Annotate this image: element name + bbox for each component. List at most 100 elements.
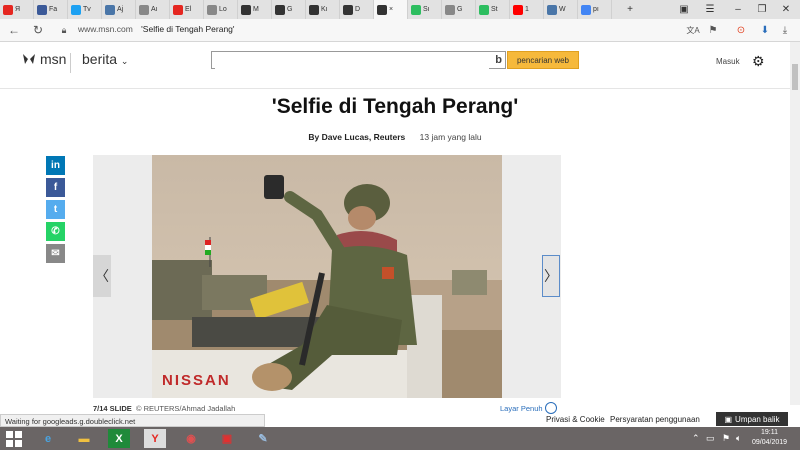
browser-tab[interactable]: pı (578, 0, 612, 19)
web-search-button[interactable]: pencarian web (507, 51, 579, 69)
browser-tab[interactable]: Aı (136, 0, 170, 19)
msn-icon (377, 4, 387, 15)
page-icon (207, 4, 217, 15)
minimize-button[interactable]: – (730, 2, 746, 16)
url-field[interactable]: www.msn.com 'Selfie di Tengah Perang' (78, 24, 235, 34)
close-window-button[interactable]: ✕ (778, 2, 794, 16)
signin-link[interactable]: Masuk (716, 57, 740, 66)
section-label: berita (82, 51, 118, 67)
search-input[interactable] (215, 53, 489, 69)
app-icon[interactable]: ▣ (216, 429, 238, 448)
browser-tab[interactable]: Sı (408, 0, 442, 19)
browser-tab[interactable]: M (238, 0, 272, 19)
slide-photo[interactable]: NISSAN (152, 155, 502, 398)
facebook-icon: f (53, 182, 58, 193)
url-page-title: 'Selfie di Tengah Perang' (141, 24, 235, 34)
excel-icon[interactable]: X (108, 429, 130, 448)
browser-tab[interactable]: Aj (102, 0, 136, 19)
page-icon (139, 4, 149, 15)
google-icon (581, 4, 591, 15)
browser-tab[interactable]: Я (0, 0, 34, 19)
clock-date: 09/04/2019 (752, 439, 788, 446)
browser-tab[interactable]: El (170, 0, 204, 19)
article-byline: By Dave Lucas, Reuters 13 jam yang lalu (0, 132, 790, 142)
tab-label: W (559, 6, 566, 13)
url-domain: www.msn.com (78, 24, 133, 34)
maximize-button[interactable]: ❐ (754, 2, 770, 16)
share-whatsapp-button[interactable]: ✆ (46, 222, 65, 241)
share-linkedin-button[interactable]: in (46, 156, 65, 175)
downloads-ext-icon[interactable]: ⬇ (758, 23, 772, 37)
browser-tab[interactable]: × (374, 0, 408, 19)
tab-label: St (491, 6, 498, 13)
internet-explorer-icon[interactable]: e (37, 429, 59, 448)
msn-logo-text: msn (40, 51, 67, 67)
privacy-link[interactable]: Privasi & Cookie (546, 415, 605, 424)
share-facebook-button[interactable]: f (46, 178, 65, 197)
yandex-browser-icon[interactable]: Y (144, 429, 166, 448)
share-twitter-button[interactable]: t (46, 200, 65, 219)
browser-tab[interactable]: D (340, 0, 374, 19)
browser-tab[interactable]: 1 (510, 0, 544, 19)
browser-tab[interactable]: St (476, 0, 510, 19)
next-slide-button[interactable]: 〉 (542, 255, 560, 297)
system-clock[interactable]: 19:11 09/04/2019 (752, 428, 787, 448)
back-button[interactable]: ← (6, 22, 22, 38)
whatsapp-icon: ✆ (51, 226, 60, 237)
previous-slide-button[interactable]: 〈 (93, 255, 111, 297)
msn-icon (309, 4, 319, 15)
settings-app-icon[interactable]: ✎ (252, 429, 274, 448)
flag-icon[interactable]: ⚑ (722, 433, 730, 444)
windows-start-icon[interactable] (6, 431, 22, 447)
fullscreen-icon[interactable] (545, 402, 557, 414)
chevron-down-icon: ⌄ (120, 56, 129, 66)
volume-icon[interactable]: 🔈︎ (736, 433, 741, 444)
section-menu[interactable]: berita ⌄ (82, 51, 128, 67)
bing-icon: b (495, 54, 502, 66)
adblock-icon[interactable]: ⊙ (734, 23, 748, 37)
bookmark-icon[interactable]: ⚑ (706, 23, 720, 37)
page-scrollbar[interactable] (790, 42, 800, 405)
fullscreen-link[interactable]: Layar Penuh (500, 404, 543, 413)
soldier-selfie-photo: NISSAN (152, 155, 502, 398)
author-name[interactable]: By Dave Lucas, Reuters (308, 132, 405, 142)
browser-tab[interactable]: Kı (306, 0, 340, 19)
browser-tab[interactable]: G (272, 0, 306, 19)
facebook-icon (37, 4, 47, 15)
lock-icon[interactable]: 🔒︎ (56, 22, 72, 38)
browser-tab[interactable]: Tv (68, 0, 102, 19)
tab-label: Tv (83, 6, 91, 13)
browser-tab[interactable]: Lo (204, 0, 238, 19)
tab-label: El (185, 6, 192, 13)
tray-chevron-icon[interactable]: ⌃ (692, 433, 700, 444)
tab-label: pı (593, 6, 599, 13)
twitter-icon (71, 4, 81, 15)
msn-logo[interactable]: msn (22, 51, 66, 67)
download-icon[interactable]: ⤓ (778, 23, 792, 37)
share-email-button[interactable]: ✉ (46, 244, 65, 263)
yandex-icon (3, 4, 13, 15)
tab-label: Aı (151, 6, 158, 13)
scroll-thumb[interactable] (792, 64, 798, 90)
tab-label: G (287, 6, 293, 13)
bookmarks-icon[interactable]: ▣ (676, 2, 692, 16)
terms-link[interactable]: Persyaratan penggunaan (610, 415, 700, 424)
file-explorer-icon[interactable]: ▬ (73, 429, 95, 448)
tab-label: 1 (525, 6, 529, 13)
browser-tab[interactable]: G (442, 0, 476, 19)
slide-caption: 7/14 SLIDE © REUTERS/Ahmad Jadallah (93, 404, 235, 413)
feedback-button[interactable]: ▣ Umpan balik (716, 412, 788, 426)
tab-label: Fa (49, 6, 58, 13)
browser-status-text: Waiting for googleads.g.doubleclick.net (0, 414, 265, 427)
network-icon[interactable]: ▭ (706, 433, 715, 444)
vk-icon (547, 4, 557, 15)
reload-button[interactable]: ↻ (30, 22, 46, 38)
browser-tab[interactable]: Fa (34, 0, 68, 19)
new-tab-button[interactable]: + (622, 2, 638, 16)
browser-tab[interactable]: W (544, 0, 578, 19)
menu-icon[interactable]: ☰ (702, 2, 718, 16)
gear-icon[interactable]: ⚙ (752, 53, 765, 70)
evernote-icon (411, 4, 421, 15)
translate-icon[interactable]: 文A (686, 23, 700, 37)
media-player-icon[interactable]: ◉ (180, 429, 202, 448)
